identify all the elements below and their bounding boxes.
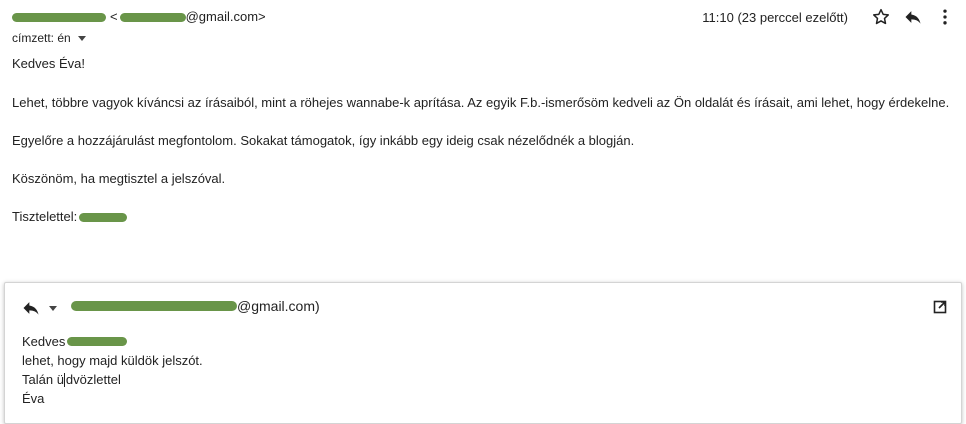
star-icon <box>873 8 889 25</box>
reply-line-3-end: dvözlettel <box>65 372 121 387</box>
reply-body-editor[interactable]: Kedves lehet, hogy majd küldök jelszót. … <box>22 332 942 408</box>
sender-name-redaction <box>12 12 106 22</box>
sender-email-open: < <box>110 9 118 24</box>
recipient-label: címzett: én <box>12 31 71 45</box>
sender-email-domain: @gmail.com> <box>185 9 266 24</box>
reply-line-1: Kedves <box>22 332 942 351</box>
reply-header: @gmail.com) <box>5 283 961 331</box>
sender-email-redaction <box>119 12 186 22</box>
message-meta: 11:10 (23 perccel ezelőtt) <box>702 4 958 30</box>
reply-recipient-redaction <box>71 301 237 311</box>
reply-line-3-start: Talán ü <box>22 372 64 387</box>
reply-type-dropdown[interactable] <box>21 298 57 318</box>
chevron-down-icon <box>49 305 57 311</box>
reply-icon <box>905 11 921 24</box>
more-vertical-icon <box>943 9 947 25</box>
signoff-label: Tisztelettel: <box>12 209 78 224</box>
reply-icon <box>23 302 39 315</box>
recipient-details-toggle[interactable]: címzett: én <box>12 31 86 45</box>
message-greeting: Kedves Éva! <box>12 56 85 71</box>
message-paragraph-1: Lehet, többre vagyok kíváncsi az írásaib… <box>12 95 950 110</box>
reply-recipient-field[interactable]: @gmail.com) <box>71 298 320 314</box>
message-header: < @gmail.com> 11:10 (23 perccel ezelőtt)… <box>0 0 966 45</box>
message-time: 11:10 (23 perccel ezelőtt) <box>702 9 848 25</box>
sender-line: < @gmail.com> <box>12 9 266 25</box>
more-options-button[interactable] <box>932 4 958 30</box>
reply-line-2: lehet, hogy majd küldök jelszót. <box>22 353 203 368</box>
message-paragraph-3: Köszönöm, ha megtisztel a jelszóval. <box>12 171 226 186</box>
reply-recipient-domain: @gmail.com) <box>237 298 320 314</box>
reply-line-4: Éva <box>22 391 45 406</box>
reply-button[interactable] <box>900 4 926 30</box>
star-button[interactable] <box>868 4 894 30</box>
reply-line-3: Talán ü dvözlettel <box>22 370 942 389</box>
reply-compose-box[interactable]: @gmail.com) Kedves lehet, hogy majd küld… <box>4 282 962 424</box>
signoff-name-redaction <box>79 212 128 222</box>
chevron-down-icon <box>77 35 86 41</box>
popout-button[interactable] <box>931 298 949 316</box>
reply-greeting: Kedves <box>22 334 66 349</box>
popout-icon <box>933 300 947 314</box>
message-signoff: Tisztelettel: <box>12 209 128 225</box>
reply-name-redaction <box>67 337 128 346</box>
message-paragraph-2: Egyelőre a hozzájárulást megfontolom. So… <box>12 133 635 148</box>
